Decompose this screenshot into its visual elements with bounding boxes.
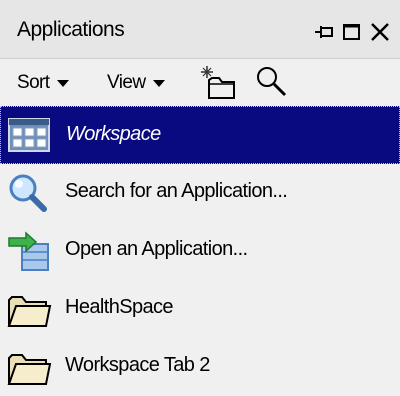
chevron-down-icon [153, 79, 166, 87]
list-item-open-application[interactable]: Open an Application... [0, 222, 400, 280]
window-buttons [313, 21, 391, 43]
panel-title: Applications [17, 18, 125, 41]
list-item-label: HealthSpace [65, 296, 174, 318]
application-list: Workspace Search for an Application... O… [0, 106, 400, 396]
panel-toolbar: Sort View [0, 60, 400, 106]
open-application-icon [6, 230, 52, 272]
list-item-workspace-tab-2[interactable]: Workspace Tab 2 [0, 338, 400, 396]
view-label: View [107, 72, 146, 93]
list-item-label: Search for an Application... [65, 180, 288, 202]
list-item-workspace[interactable]: Workspace [0, 106, 400, 164]
list-item-search-application[interactable]: Search for an Application... [0, 164, 400, 222]
list-item-label: Workspace Tab 2 [65, 354, 210, 376]
folder-icon [6, 346, 52, 388]
workspace-grid-icon [7, 115, 53, 157]
list-item-healthspace[interactable]: HealthSpace [0, 280, 400, 338]
new-folder-icon[interactable] [198, 62, 238, 107]
magnifier-icon [6, 172, 52, 214]
search-icon[interactable] [254, 64, 290, 105]
list-item-label: Open an Application... [65, 238, 248, 260]
sort-label: Sort [17, 72, 50, 93]
view-dropdown[interactable]: View [107, 66, 166, 100]
sort-dropdown[interactable]: Sort [17, 66, 70, 100]
close-icon[interactable] [369, 21, 391, 43]
pin-icon[interactable] [313, 21, 335, 43]
chevron-down-icon [57, 79, 70, 87]
folder-icon [6, 288, 52, 330]
panel-titlebar: Applications [0, 0, 400, 59]
maximize-icon[interactable] [341, 21, 363, 43]
list-item-label: Workspace [66, 123, 161, 145]
